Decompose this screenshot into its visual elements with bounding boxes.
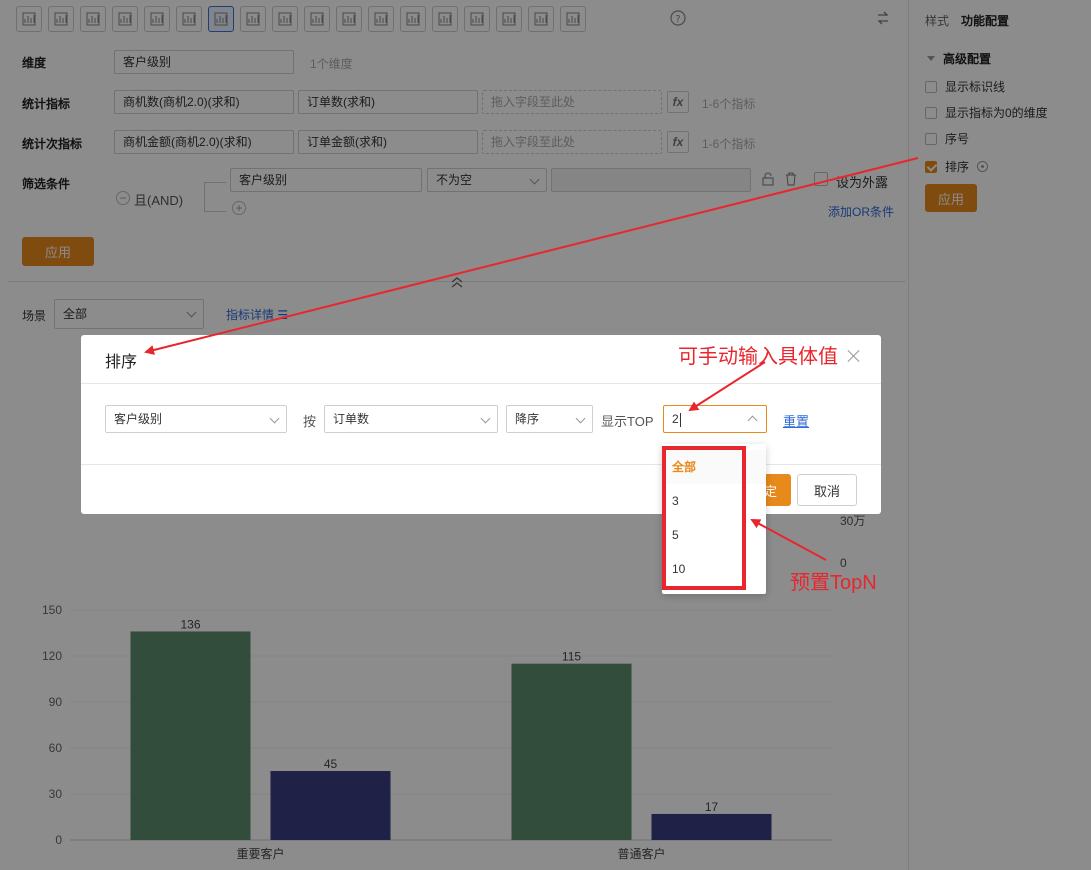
- annotation-preset-topn: 预置TopN: [790, 572, 877, 594]
- arrow-to-top-input: [688, 361, 766, 412]
- annotation-arrows: [144, 157, 919, 561]
- annotation-manual-input: 可手动输入具体值: [678, 346, 838, 368]
- arrow-to-dropdown: [750, 519, 827, 561]
- arrow-to-sort-title: [144, 157, 919, 355]
